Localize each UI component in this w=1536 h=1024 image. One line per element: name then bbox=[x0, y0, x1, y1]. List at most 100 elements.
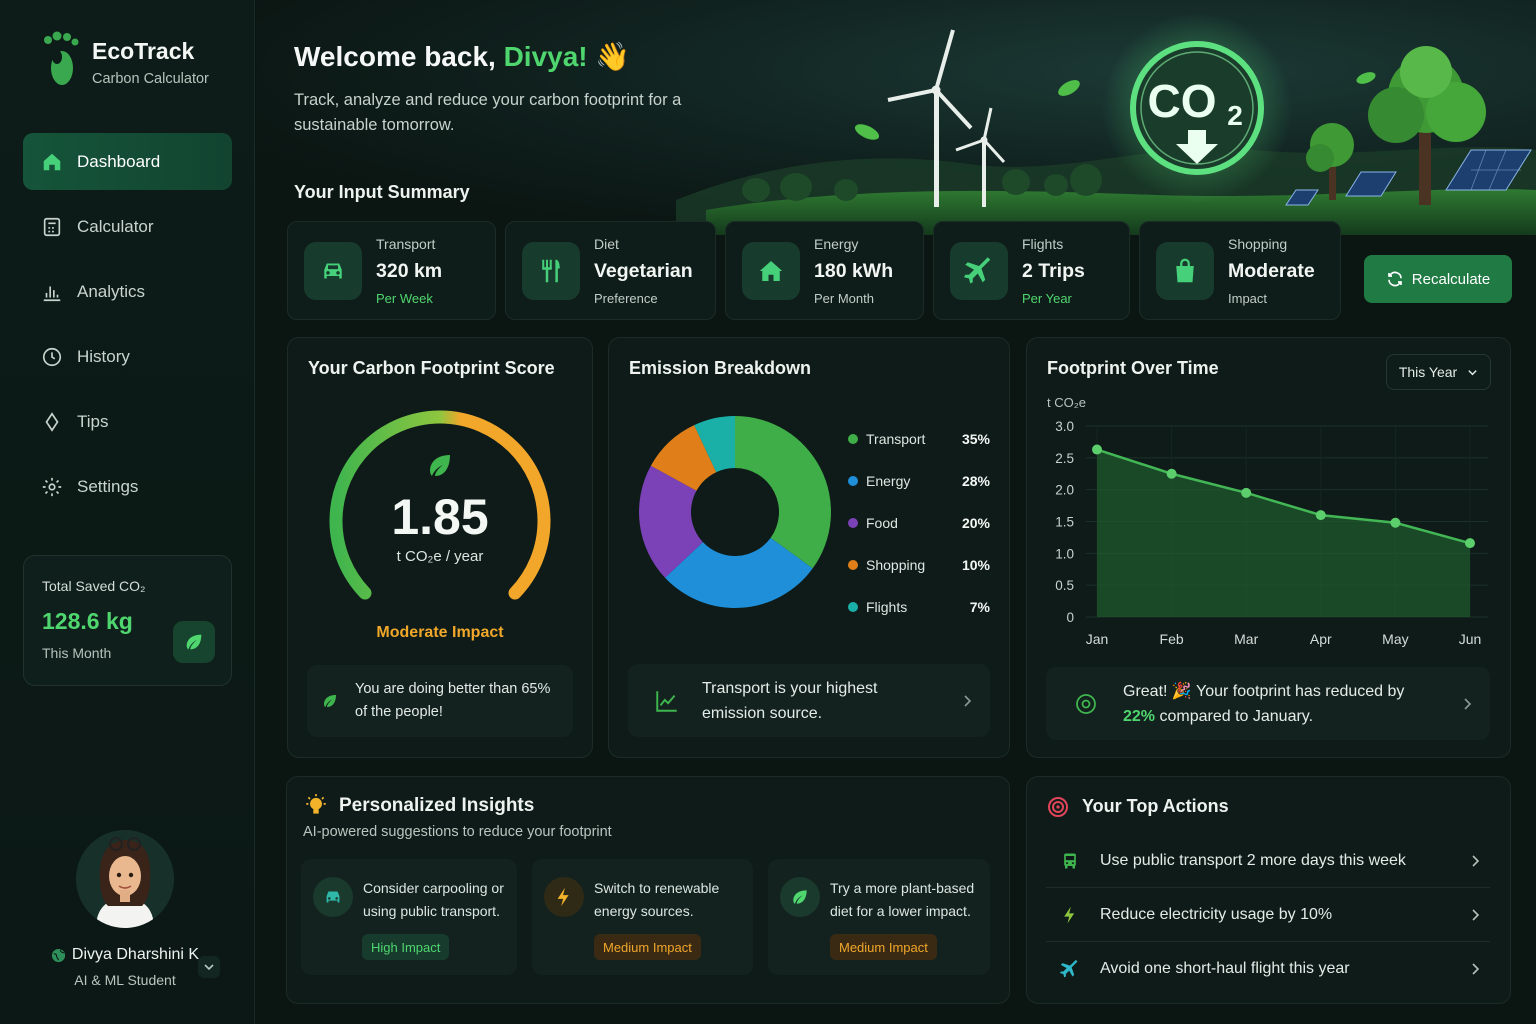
x-tick-label: Feb bbox=[1160, 631, 1184, 647]
gear-icon bbox=[42, 477, 62, 496]
recalculate-label: Recalculate bbox=[1411, 270, 1491, 288]
legend-value: 28% bbox=[961, 473, 990, 489]
summary-value: Moderate bbox=[1228, 259, 1315, 282]
period-select[interactable]: This Year bbox=[1386, 354, 1491, 390]
insight-text: Try a more plant-based diet for a lower … bbox=[830, 880, 975, 919]
clock-icon bbox=[42, 347, 62, 366]
legend-label: Energy bbox=[866, 473, 911, 489]
leaf-icon bbox=[430, 455, 450, 476]
welcome-heading: Welcome back, Divya! 👋 bbox=[294, 41, 631, 72]
summary-card-shopping[interactable]: Shopping Moderate Impact bbox=[1139, 221, 1341, 320]
period-select-value: This Year bbox=[1398, 364, 1458, 380]
y-tick-label: 1.5 bbox=[1055, 515, 1074, 530]
legend-dot bbox=[848, 434, 858, 444]
insight-card-renewable[interactable]: Switch to renewable energy sources. Medi… bbox=[532, 859, 753, 975]
leaf-icon bbox=[173, 621, 215, 663]
sidebar-item-dashboard[interactable]: Dashboard bbox=[23, 133, 232, 190]
over-time-note[interactable]: Great! 🎉 Your footprint has reduced by 2… bbox=[1046, 667, 1490, 740]
action-text: Reduce electricity usage by 10% bbox=[1100, 905, 1333, 923]
summary-sub: Per Month bbox=[814, 290, 874, 306]
y-tick-label: 3.0 bbox=[1055, 419, 1074, 434]
summary-sub: Per Year bbox=[1022, 290, 1072, 306]
breakdown-note[interactable]: Transport is your highest emission sourc… bbox=[628, 664, 990, 737]
x-tick-label: Apr bbox=[1310, 631, 1332, 647]
y-tick-label: 2.5 bbox=[1055, 451, 1074, 466]
bar-chart-icon bbox=[43, 286, 61, 301]
sidebar-item-calculator[interactable]: Calculator bbox=[23, 198, 232, 255]
data-point-jan bbox=[1092, 444, 1102, 455]
summary-sub: Preference bbox=[594, 290, 658, 306]
legend-value: 35% bbox=[961, 431, 990, 447]
user-profile[interactable]: Divya Dharshini K AI & ML Student bbox=[30, 830, 220, 988]
insight-card-carpool[interactable]: Consider carpooling or using public tran… bbox=[301, 859, 517, 975]
summary-sub: Per Week bbox=[376, 290, 433, 306]
insight-text: Consider carpooling or using public tran… bbox=[363, 880, 504, 919]
emission-legend: Transport 35% Energy 28% Food 20% Shopping 10% F… bbox=[848, 418, 990, 628]
legend-dot bbox=[848, 602, 858, 612]
summary-card-transport[interactable]: Transport 320 km Per Week bbox=[287, 221, 496, 320]
sidebar-item-label: Calculator bbox=[77, 216, 154, 236]
summary-card-flights[interactable]: Flights 2 Trips Per Year bbox=[933, 221, 1130, 320]
reduction-percent: 22% bbox=[1123, 707, 1156, 725]
plane-icon bbox=[1058, 957, 1082, 981]
action-text: Use public transport 2 more days this we… bbox=[1100, 851, 1406, 869]
footprint-line-chart: 3.0 2.5 2.0 1.5 1.0 0.5 0 Jan Feb Mar Apr May Jun bbox=[1055, 419, 1488, 647]
sidebar-item-label: Dashboard bbox=[77, 151, 161, 171]
insights-title: Personalized Insights bbox=[339, 795, 535, 816]
recalculate-button[interactable]: Recalculate bbox=[1364, 255, 1512, 303]
x-tick-label: Jan bbox=[1086, 631, 1109, 647]
breakdown-note-text: Transport is your highest emission sourc… bbox=[702, 679, 878, 722]
summary-label: Shopping bbox=[1228, 235, 1288, 252]
summary-card-energy[interactable]: Energy 180 kWh Per Month bbox=[725, 221, 924, 320]
diamond-icon bbox=[45, 411, 59, 432]
legend-label: Food bbox=[866, 515, 898, 531]
summary-label: Transport bbox=[376, 235, 436, 252]
brand-name: EcoTrack bbox=[92, 38, 195, 64]
summary-card-diet[interactable]: Diet Vegetarian Preference bbox=[505, 221, 716, 320]
saved-label: Total Saved CO₂ bbox=[42, 578, 146, 594]
user-first-name: Divya! bbox=[503, 41, 588, 72]
data-point-feb bbox=[1166, 468, 1177, 479]
emission-donut-chart bbox=[639, 416, 831, 608]
insight-card-plant-based[interactable]: Try a more plant-based diet for a lower … bbox=[768, 859, 990, 975]
sidebar-item-label: Settings bbox=[77, 476, 139, 496]
sidebar-item-analytics[interactable]: Analytics bbox=[23, 263, 232, 320]
co2-badge-text: CO bbox=[1148, 75, 1217, 127]
sidebar-item-tips[interactable]: Tips bbox=[23, 393, 232, 450]
lightbulb-icon bbox=[306, 794, 326, 814]
y-tick-label: 0.5 bbox=[1055, 578, 1074, 593]
bus-icon bbox=[1058, 849, 1082, 873]
lightning-icon bbox=[544, 877, 584, 917]
y-axis-label: t CO₂e bbox=[1047, 395, 1086, 410]
chevron-down-icon[interactable] bbox=[198, 956, 220, 978]
data-point-jun bbox=[1465, 538, 1475, 549]
chevron-down-icon bbox=[1468, 369, 1477, 375]
legend-item-shopping: Shopping 10% bbox=[848, 544, 990, 586]
score-note-text: You are doing better than 65% of the peo… bbox=[355, 681, 551, 720]
action-item-flight[interactable]: Avoid one short-haul flight this year bbox=[1046, 942, 1490, 996]
donut-slice-transport bbox=[735, 416, 831, 569]
action-item-electricity[interactable]: Reduce electricity usage by 10% bbox=[1046, 888, 1490, 942]
summary-value: 180 kWh bbox=[814, 259, 894, 282]
chevron-right-icon bbox=[1472, 854, 1480, 867]
avatar bbox=[76, 830, 174, 928]
chevron-right-icon bbox=[1472, 908, 1480, 921]
leaf-icon bbox=[780, 877, 820, 917]
impact-badge: High Impact bbox=[362, 934, 450, 960]
legend-value: 20% bbox=[961, 515, 990, 531]
action-item-public-transport[interactable]: Use public transport 2 more days this we… bbox=[1046, 834, 1490, 888]
target-icon bbox=[1076, 693, 1096, 714]
legend-value: 7% bbox=[969, 599, 990, 615]
profile-name: Divya Dharshini K bbox=[71, 946, 200, 963]
legend-label: Shopping bbox=[866, 557, 926, 573]
house-icon bbox=[742, 241, 800, 300]
data-point-apr bbox=[1315, 510, 1326, 521]
svg-text:2: 2 bbox=[1227, 100, 1243, 131]
sidebar-item-settings[interactable]: Settings bbox=[23, 458, 232, 515]
legend-dot bbox=[848, 476, 858, 486]
legend-item-food: Food 20% bbox=[848, 502, 990, 544]
impact-badge: Medium Impact bbox=[594, 934, 701, 960]
tagline: Track, analyze and reduce your carbon fo… bbox=[294, 91, 682, 134]
sidebar-item-history[interactable]: History bbox=[23, 328, 232, 385]
sidebar-item-label: History bbox=[77, 346, 130, 366]
